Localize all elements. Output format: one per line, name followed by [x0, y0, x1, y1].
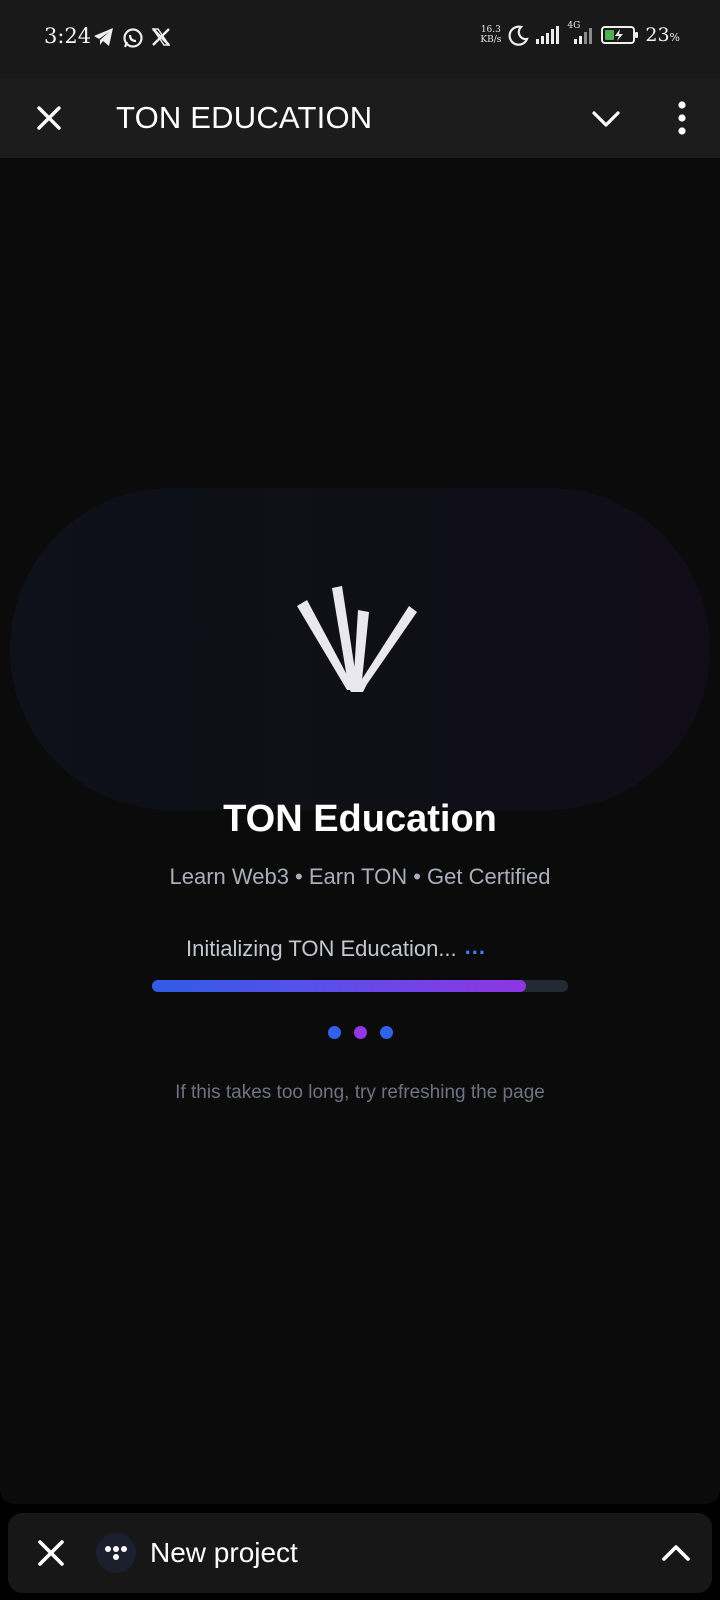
more-vertical-icon[interactable] — [664, 98, 700, 138]
battery-unit: % — [669, 31, 680, 44]
loading-status: Initializing TON Education... ... — [186, 934, 487, 962]
loading-dot — [354, 1026, 367, 1039]
whatsapp-icon — [123, 28, 143, 48]
bottom-bar-title[interactable]: New project — [150, 1537, 298, 1569]
loading-dot — [328, 1026, 341, 1039]
tagline: Learn Web3 • Earn TON • Get Certified — [169, 864, 551, 889]
battery-percent-text: 23% — [645, 24, 680, 46]
bottom-bar[interactable]: New project — [8, 1513, 712, 1593]
loading-text: Initializing TON Education... — [186, 936, 457, 961]
notification-icons — [93, 27, 171, 49]
loading-indicator — [328, 1026, 393, 1039]
refresh-hint: If this takes too long, try refreshing t… — [175, 1082, 545, 1103]
close-icon[interactable] — [32, 1534, 70, 1572]
network-speed: 16.3 KB/s — [480, 25, 501, 45]
close-icon[interactable] — [30, 99, 68, 137]
app-name: TON Education — [223, 798, 497, 840]
webview-content: TON Education Learn Web3 • Earn TON • Ge… — [0, 158, 720, 1504]
system-status: 16.3 KB/s 4G 23% — [480, 21, 680, 46]
header-title: TON EDUCATION — [116, 100, 373, 135]
signal-4g-icon: 4G — [567, 21, 595, 46]
app-header: TON EDUCATION — [0, 78, 720, 158]
telegram-icon — [94, 28, 113, 46]
chevron-down-icon[interactable] — [588, 101, 624, 137]
loading-dots: ... — [464, 934, 487, 959]
signal-icon — [536, 26, 560, 44]
network-speed-unit: KB/s — [480, 35, 502, 45]
chevron-up-icon[interactable] — [656, 1533, 696, 1573]
progress-bar — [152, 980, 568, 992]
ton-education-logo — [297, 586, 417, 692]
progress-bar-fill — [152, 980, 527, 992]
project-avatar-icon — [96, 1533, 136, 1573]
network-speed-value: 16.3 — [480, 25, 501, 35]
status-time: 3:24 — [44, 24, 92, 48]
status-bar: 3:24 16.3 KB/s 4G 23% — [0, 0, 720, 78]
battery-percent: 23 — [645, 24, 670, 46]
screen: 3:24 16.3 KB/s 4G 23% TON EDUCATION TON … — [0, 0, 720, 1600]
loading-dot — [380, 1026, 393, 1039]
x-icon — [151, 28, 171, 46]
moon-icon — [508, 25, 530, 46]
battery-icon — [601, 26, 639, 44]
